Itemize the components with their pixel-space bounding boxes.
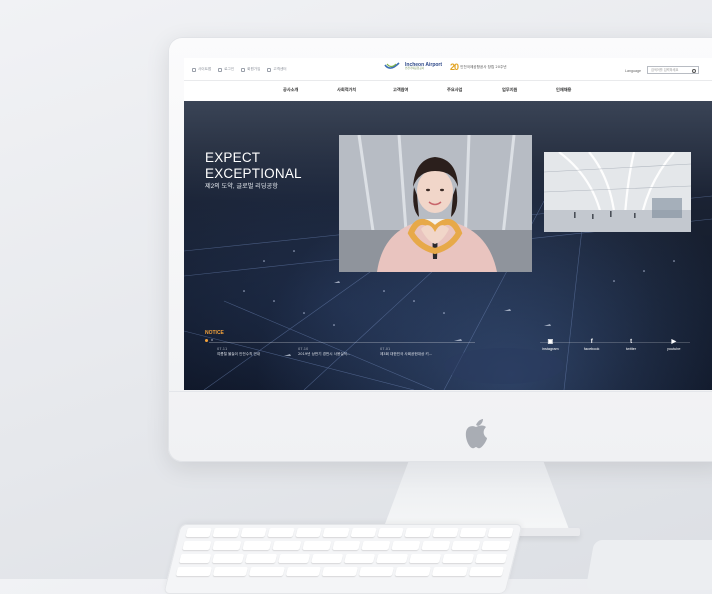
nav-item-recruit[interactable]: 인재채용	[556, 87, 571, 93]
terminal-interior-image	[544, 152, 691, 232]
utility-sitemap-link[interactable]: 사이트맵	[192, 67, 211, 72]
monitor-screen: 사이트맵 로그인 회원가입 고객센터 Incheon Airport 인천국제공…	[184, 58, 712, 390]
site-logo[interactable]: Incheon Airport 인천국제공항공사 20 인천국제공항공사 창립 …	[384, 62, 507, 72]
utility-label: 고객센터	[273, 67, 287, 71]
hero-headline: EXPECT EXCEPTIONAL 제2의 도약, 글로벌 리딩공항	[205, 150, 302, 191]
utility-support-link[interactable]: 고객센터	[267, 67, 287, 72]
sns-youtube-link[interactable]: ▶ youtube	[667, 339, 681, 351]
terminal-interior-photo	[544, 152, 691, 232]
utility-menu: 사이트맵 로그인 회원가입 고객센터	[192, 67, 287, 72]
notice-title: NOTICE	[205, 330, 224, 336]
support-icon	[267, 67, 272, 72]
sns-instagram-link[interactable]: ▣ instagram	[542, 339, 559, 351]
language-selector[interactable]: Language	[625, 69, 641, 73]
facebook-icon: f	[590, 339, 593, 345]
hero-banner: EXPECT EXCEPTIONAL 제2의 도약, 글로벌 리딩공항 NOTI…	[184, 101, 712, 390]
main-navigation: 공사소개 사회적가치 고객참여 주요사업 업무지원 인재채용	[184, 80, 712, 98]
sns-label: twitter	[626, 347, 637, 351]
nav-item-social-value[interactable]: 사회적가치	[337, 87, 356, 93]
trackpad	[585, 540, 712, 590]
notice-item[interactable]: 07.01 제3회 대한민국 사회공헌대상 키...	[380, 347, 432, 358]
imac-chin-divider	[168, 391, 712, 392]
sns-label: facebook	[584, 347, 600, 351]
sns-twitter-link[interactable]: t twitter	[626, 339, 636, 351]
notice-dot[interactable]	[205, 338, 208, 342]
logo-subtitle: 인천국제공항공사	[405, 67, 425, 71]
notice-dot[interactable]	[211, 339, 213, 341]
hero-line-2: EXCEPTIONAL	[205, 166, 302, 182]
login-icon	[218, 67, 223, 72]
hero-line-1: EXPECT	[205, 150, 261, 165]
nav-item-customer[interactable]: 고객참여	[393, 87, 408, 93]
anniversary-text: 인천국제공항공사 창립 20주년	[460, 64, 507, 69]
utility-label: 로그인	[224, 67, 235, 71]
notice-item[interactable]: 07.10 2019년 상반기 경반시 사용실적...	[298, 347, 350, 358]
notice-item[interactable]: 07.11 여름철 물놀이 안전수칙 안내	[217, 347, 260, 358]
utility-login-link[interactable]: 로그인	[218, 67, 234, 72]
incheon-airport-logo-icon	[384, 62, 400, 69]
sns-label: youtube	[667, 347, 681, 351]
notice-text: 여름철 물놀이 안전수칙 안내	[217, 352, 261, 357]
apple-logo-icon	[465, 419, 487, 449]
home-icon	[192, 67, 196, 72]
utility-label: 사이트맵	[198, 67, 212, 71]
member-icon	[241, 67, 246, 72]
twitter-icon: t	[630, 339, 633, 345]
keyboard	[163, 524, 523, 594]
search-input[interactable]: 검색어를 입력하세요	[647, 66, 699, 74]
ambassador-heart-pose-image	[339, 135, 532, 272]
instagram-icon: ▣	[547, 339, 554, 345]
search-icon[interactable]	[692, 68, 696, 73]
sns-facebook-link[interactable]: f facebook	[584, 339, 599, 351]
nav-item-support[interactable]: 업무지원	[502, 87, 517, 93]
notice-text: 2019년 상반기 경반시 사용실적...	[298, 352, 351, 357]
ambassador-photo	[339, 135, 532, 272]
notice-divider	[209, 342, 475, 343]
anniversary-badge: 20 인천국제공항공사 창립 20주년	[450, 62, 507, 72]
nav-item-business[interactable]: 주요사업	[447, 87, 462, 93]
nav-item-about[interactable]: 공사소개	[283, 87, 298, 93]
sns-label: instagram	[542, 347, 559, 351]
anniversary-number: 20	[450, 62, 459, 72]
hero-tagline: 제2의 도약, 글로벌 리딩공항	[205, 183, 278, 191]
youtube-icon: ▶	[671, 339, 677, 345]
search-placeholder: 검색어를 입력하세요	[651, 68, 679, 72]
imac-stand	[382, 462, 570, 532]
utility-join-link[interactable]: 회원가입	[241, 67, 260, 72]
notice-text: 제3회 대한민국 사회공헌대상 키...	[380, 352, 433, 357]
utility-label: 회원가입	[247, 67, 261, 71]
